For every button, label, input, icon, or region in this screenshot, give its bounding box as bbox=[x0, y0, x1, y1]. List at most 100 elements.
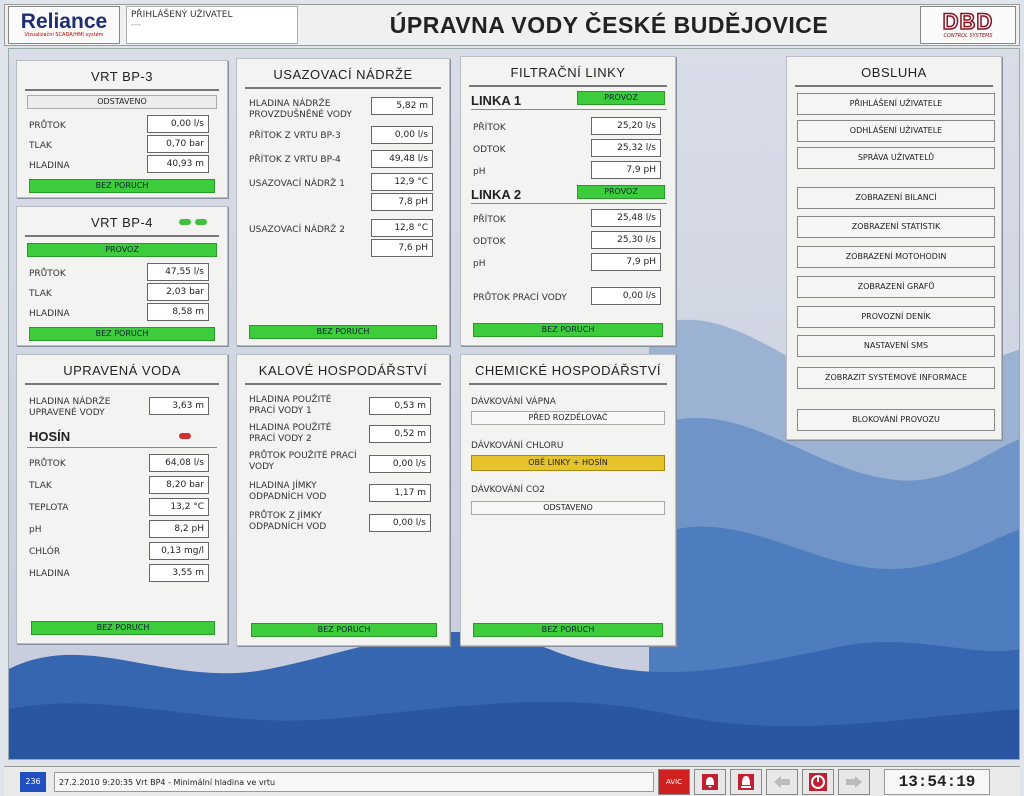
statistics-button[interactable]: ZOBRAZENÍ STATISTIK bbox=[797, 216, 995, 238]
panel-usazovaci-nadrze[interactable]: USAZOVACÍ NÁDRŽE HLADINA NÁDRŽE PROVZDUŠ… bbox=[236, 58, 450, 346]
fault-status: BEZ PORUCH bbox=[251, 623, 437, 637]
dbd-logo-subtext: CONTROL SYSTEMS bbox=[943, 33, 993, 39]
row-label: HLADINA POUŽITÉ PRACÍ VODY 2 bbox=[249, 423, 332, 444]
login-button[interactable]: PŘIHLÁŠENÍ UŽIVATELE bbox=[797, 93, 995, 115]
value-field: 2,03 bar bbox=[147, 283, 209, 301]
forward-arrow-icon[interactable] bbox=[838, 768, 870, 795]
value-field: 7,6 pH bbox=[371, 239, 433, 257]
power-icon[interactable] bbox=[802, 768, 834, 795]
pump-led-1 bbox=[179, 219, 191, 225]
dbd-logo-text: DBD bbox=[942, 9, 994, 34]
chlor-value: OBĚ LINKY + HOSÍN bbox=[471, 455, 665, 471]
panel-title: CHEMICKÉ HOSPODÁŘSTVÍ bbox=[469, 363, 667, 385]
back-arrow-icon[interactable] bbox=[766, 768, 798, 795]
logged-user-box: PŘIHLÁŠENÝ UŽIVATEL --- bbox=[126, 6, 298, 44]
state-indicator: PROVOZ bbox=[27, 243, 217, 257]
system-info-button[interactable]: ZOBRAZIT SYSTÉMOVÉ INFORMACE bbox=[797, 367, 995, 389]
divider bbox=[471, 109, 667, 110]
row-label: HLADINA bbox=[29, 161, 70, 171]
alarm-count-badge[interactable]: 236 bbox=[20, 771, 46, 792]
panel-chemicke-hospodarstvi[interactable]: CHEMICKÉ HOSPODÁŘSTVÍ DÁVKOVÁNÍ VÁPNA PŘ… bbox=[460, 354, 676, 646]
value-field: 13,2 °C bbox=[149, 498, 209, 516]
sms-settings-button[interactable]: NASTAVENÍ SMS bbox=[797, 335, 995, 357]
value-field: 47,55 l/s bbox=[147, 263, 209, 281]
hosin-alarm-led bbox=[179, 433, 191, 439]
value-field: 25,48 l/s bbox=[591, 209, 661, 227]
panel-title: VRT BP-3 bbox=[25, 69, 219, 91]
alarm-bell-ack-icon[interactable] bbox=[730, 768, 762, 795]
logged-user-label: PŘIHLÁŠENÝ UŽIVATEL bbox=[131, 10, 233, 20]
linka1-title: LINKA 1 bbox=[471, 93, 522, 108]
value-field: 8,2 pH bbox=[149, 520, 209, 538]
value-field: 64,08 l/s bbox=[149, 454, 209, 472]
balances-button[interactable]: ZOBRAZENÍ BILANCÍ bbox=[797, 187, 995, 209]
logo-subtext: Vizualizační SCADA/HMI systém bbox=[24, 31, 104, 38]
panel-upravena-voda[interactable]: UPRAVENÁ VODA HLADINA NÁDRŽE UPRAVENÉ VO… bbox=[16, 354, 228, 644]
row-label: USAZOVACÍ NÁDRŽ 2 bbox=[249, 225, 345, 235]
row-label: DÁVKOVÁNÍ VÁPNA bbox=[471, 397, 556, 407]
clock: 13:54:19 bbox=[884, 768, 990, 795]
fault-status: BEZ PORUCH bbox=[29, 327, 215, 341]
state-indicator: ODSTAVENO bbox=[27, 95, 217, 109]
row-label: pH bbox=[473, 259, 486, 269]
value-field: 25,20 l/s bbox=[591, 117, 661, 135]
panel-title: KALOVÉ HOSPODÁŘSTVÍ bbox=[245, 363, 441, 385]
value-field: 0,00 l/s bbox=[591, 287, 661, 305]
dbd-logo: DBD CONTROL SYSTEMS bbox=[920, 6, 1016, 44]
logo-text: Reliance bbox=[20, 9, 108, 33]
row-label: TLAK bbox=[29, 141, 52, 151]
row-label: HLADINA JÍMKY ODPADNÍCH VOD bbox=[249, 481, 327, 502]
row-label: DÁVKOVÁNÍ CHLORU bbox=[471, 441, 564, 451]
panel-title: USAZOVACÍ NÁDRŽE bbox=[245, 67, 441, 89]
row-label: PŘÍTOK Z VRTU BP-3 bbox=[249, 131, 341, 141]
panel-filtracni-linky[interactable]: FILTRAČNÍ LINKY LINKA 1 PROVOZ PŘÍTOK 25… bbox=[460, 56, 676, 346]
row-label: ODTOK bbox=[473, 145, 506, 155]
motor-hours-button[interactable]: ZOBRAZENÍ MOTOHODIN bbox=[797, 246, 995, 268]
panel-title: FILTRAČNÍ LINKY bbox=[469, 65, 667, 87]
row-label: USAZOVACÍ NÁDRŽ 1 bbox=[249, 179, 345, 189]
alarm-message[interactable]: 27.2.2010 9:20:35 Vrt BP4 - Minimální hl… bbox=[54, 771, 654, 792]
value-field: 0,70 bar bbox=[147, 135, 209, 153]
status-bar: 236 27.2.2010 9:20:35 Vrt BP4 - Minimáln… bbox=[4, 766, 1020, 796]
vapno-value: PŘED ROZDĚLOVAČ bbox=[471, 411, 665, 425]
user-management-button[interactable]: SPRÁVA UŽIVATELŮ bbox=[797, 147, 995, 169]
divider bbox=[471, 203, 667, 204]
row-label: pH bbox=[29, 525, 42, 535]
value-field: 1,17 m bbox=[369, 484, 431, 502]
row-label: PŘÍTOK bbox=[473, 215, 506, 225]
co2-value: ODSTAVENO bbox=[471, 501, 665, 515]
block-operation-button[interactable]: BLOKOVÁNÍ PROVOZU bbox=[797, 409, 995, 431]
page-title: ÚPRAVNA VODY ČESKÉ BUDĚJOVICE bbox=[389, 11, 829, 38]
panel-title: UPRAVENÁ VODA bbox=[25, 363, 219, 385]
fault-status: BEZ PORUCH bbox=[473, 623, 663, 637]
row-label: PRŮTOK bbox=[29, 269, 66, 279]
alarm-bell-icon[interactable] bbox=[694, 768, 726, 795]
value-field: 7,9 pH bbox=[591, 161, 661, 179]
panel-kalove-hospodarstvi[interactable]: KALOVÉ HOSPODÁŘSTVÍ HLADINA POUŽITÉ PRAC… bbox=[236, 354, 450, 646]
operation-log-button[interactable]: PROVOZNÍ DENÍK bbox=[797, 306, 995, 328]
fault-status: BEZ PORUCH bbox=[249, 325, 437, 339]
row-label: HLADINA bbox=[29, 569, 70, 579]
panel-vrt-bp4[interactable]: VRT BP-4 PROVOZ PRŮTOK 47,55 l/s TLAK 2,… bbox=[16, 206, 228, 346]
row-label: TLAK bbox=[29, 481, 52, 491]
row-label: PRŮTOK Z JÍMKY ODPADNÍCH VOD bbox=[249, 511, 327, 532]
ack-button[interactable]: AVIC bbox=[658, 768, 690, 795]
value-field: 0,13 mg/l bbox=[149, 542, 209, 560]
row-label: DÁVKOVÁNÍ CO2 bbox=[471, 485, 545, 495]
logout-button[interactable]: ODHLÁŠENÍ UŽIVATELE bbox=[797, 120, 995, 142]
divider bbox=[27, 447, 217, 448]
fault-status: BEZ PORUCH bbox=[473, 323, 663, 337]
row-label: HLADINA POUŽITÉ PRACÍ VODY 1 bbox=[249, 395, 332, 416]
value-field: 3,63 m bbox=[149, 397, 209, 415]
hosin-title: HOSÍN bbox=[29, 429, 71, 444]
row-label: PRŮTOK PRACÍ VODY bbox=[473, 293, 567, 303]
row-label: ODTOK bbox=[473, 237, 506, 247]
reliance-logo: Reliance Vizualizační SCADA/HMI systém bbox=[8, 6, 120, 44]
row-label: HLADINA bbox=[29, 309, 70, 319]
row-label: PRŮTOK bbox=[29, 121, 66, 131]
panel-vrt-bp3[interactable]: VRT BP-3 ODSTAVENO PRŮTOK 0,00 l/s TLAK … bbox=[16, 60, 228, 198]
value-field: 7,9 pH bbox=[591, 253, 661, 271]
row-label: HLADINA NÁDRŽE PROVZDUŠNĚNÉ VODY bbox=[249, 99, 352, 120]
graphs-button[interactable]: ZOBRAZENÍ GRAFŮ bbox=[797, 276, 995, 298]
row-label: PRŮTOK bbox=[29, 459, 66, 469]
